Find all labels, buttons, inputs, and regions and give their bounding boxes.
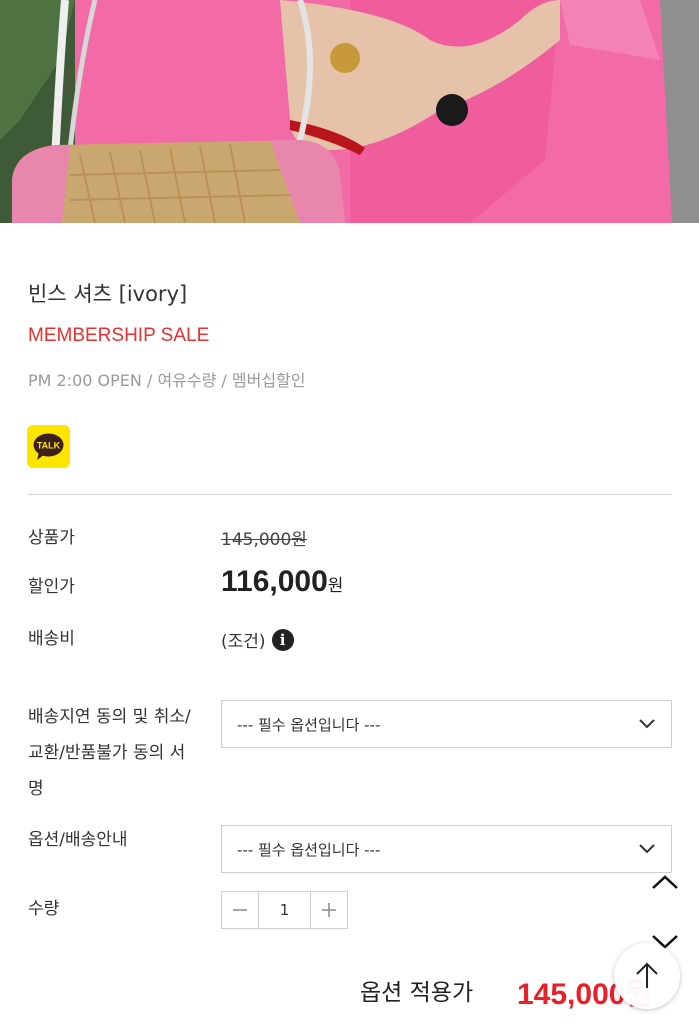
- arrow-up-icon: [636, 962, 658, 988]
- sale-notice: PM 2:00 OPEN / 여유수량 / 멤버십할인: [28, 371, 306, 390]
- shipping-fee-label: 배송비: [28, 629, 75, 649]
- sale-price: 116,000원: [221, 565, 343, 599]
- product-image: [0, 0, 699, 223]
- info-icon[interactable]: i: [271, 628, 294, 651]
- plus-icon: [322, 903, 336, 917]
- divider: [28, 494, 672, 495]
- quantity-increase-button[interactable]: [311, 892, 347, 928]
- delay-agreement-label-line1: 배송지연 동의 및 취소/: [28, 707, 191, 727]
- sale-price-unit: 원: [327, 576, 344, 596]
- delay-agreement-label-line2: 교환/반품불가 동의 서: [28, 743, 186, 763]
- scroll-to-top-button[interactable]: [614, 943, 680, 1009]
- sale-price-label: 할인가: [28, 577, 75, 597]
- quantity-stepper: 1: [221, 891, 348, 929]
- shipping-info-select[interactable]: --- 필수 옵션입니다 ---: [221, 825, 672, 873]
- chevron-up-icon[interactable]: [650, 873, 680, 893]
- quantity-input[interactable]: 1: [258, 892, 311, 928]
- chevron-down-icon: [639, 719, 655, 729]
- delay-agreement-select-value: --- 필수 옵션입니다 ---: [237, 715, 381, 734]
- chevron-down-icon: [639, 844, 655, 854]
- shipping-fee: (조건) i: [221, 627, 294, 652]
- delay-agreement-select[interactable]: --- 필수 옵션입니다 ---: [221, 700, 672, 748]
- delay-agreement-label: 배송지연 동의 및 취소/ 교환/반품불가 동의 서 명: [28, 699, 213, 807]
- kakao-talk-button[interactable]: TALK: [27, 425, 70, 468]
- shipping-info-select-value: --- 필수 옵션입니다 ---: [237, 840, 381, 859]
- quantity-label: 수량: [28, 899, 60, 919]
- product-title: 빈스 셔츠 [ivory]: [28, 282, 188, 306]
- kakao-talk-icon: TALK: [33, 433, 64, 460]
- quantity-decrease-button[interactable]: [222, 892, 258, 928]
- delay-agreement-label-line3: 명: [28, 779, 44, 799]
- product-photo-illustration: [0, 0, 699, 223]
- kakao-talk-label: TALK: [37, 441, 61, 451]
- shipping-info-label: 옵션/배송안내: [28, 830, 128, 850]
- membership-sale-badge: MEMBERSHIP SALE: [28, 325, 210, 346]
- product-detail: 빈스 셔츠 [ivory] MEMBERSHIP SALE PM 2:00 OP…: [0, 223, 699, 1024]
- minus-icon: [233, 909, 247, 911]
- total-price-label: 옵션 적용가: [360, 980, 474, 1006]
- shipping-fee-value: (조건): [221, 632, 266, 652]
- original-price: 145,000원: [221, 530, 307, 550]
- original-price-label: 상품가: [28, 528, 75, 548]
- sale-price-value: 116,000: [221, 565, 328, 598]
